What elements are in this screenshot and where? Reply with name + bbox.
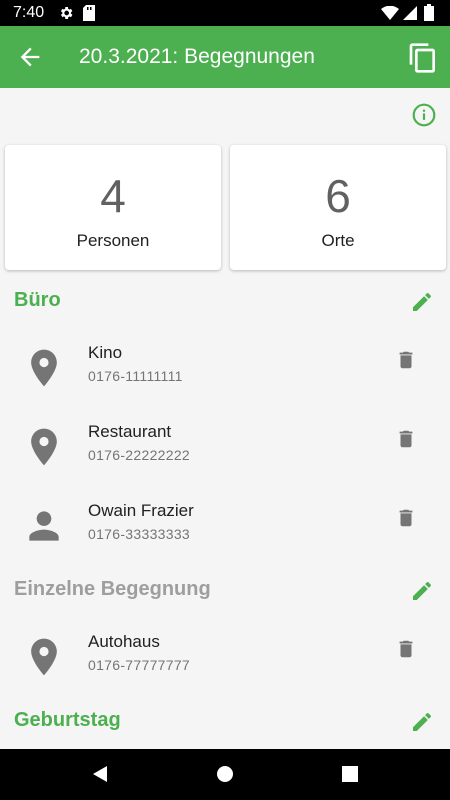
- entry-name: Owain Frazier: [88, 501, 194, 520]
- persons-count-card: 4 Personen: [5, 145, 221, 270]
- list-item[interactable]: Owain Frazier 0176-33333333: [0, 486, 450, 565]
- status-bar: 7:40: [0, 0, 450, 26]
- list-item[interactable]: Kino 0176-11111111: [0, 328, 450, 407]
- persons-label: Personen: [76, 231, 150, 250]
- status-time: 7:40: [13, 4, 45, 21]
- delete-trash-icon[interactable]: [395, 637, 417, 661]
- location-pin-icon: [22, 343, 66, 393]
- nav-home-icon[interactable]: [214, 763, 236, 785]
- sd-card-icon: [82, 5, 96, 26]
- system-nav-bar: [0, 749, 450, 800]
- delete-trash-icon[interactable]: [395, 348, 417, 372]
- list-item[interactable]: Restaurant 0176-22222222: [0, 407, 450, 486]
- group-header-einzelne-begegnung: Einzelne Begegnung: [0, 572, 450, 612]
- persons-count: 4: [100, 170, 126, 222]
- settings-gear-icon: [58, 5, 74, 26]
- entry-name: Kino: [88, 343, 123, 362]
- entry-phone: 0176-11111111: [88, 368, 183, 384]
- page-title: 20.3.2021: Begegnungen: [79, 45, 315, 68]
- places-count: 6: [325, 170, 351, 222]
- person-icon: [22, 501, 66, 551]
- copy-icon[interactable]: [407, 42, 439, 74]
- entry-name: Restaurant: [88, 422, 172, 441]
- entry-phone: 0176-33333333: [88, 526, 190, 542]
- edit-pencil-icon[interactable]: [410, 710, 434, 734]
- info-icon[interactable]: [411, 102, 437, 128]
- group-header-geburtstag: Geburtstag: [0, 703, 450, 743]
- app-bar: 20.3.2021: Begegnungen: [0, 26, 450, 88]
- location-pin-icon: [22, 632, 66, 682]
- wifi-icon: [381, 5, 399, 25]
- location-pin-icon: [22, 422, 66, 472]
- group-header-buero: Büro: [0, 283, 450, 323]
- nav-back-icon[interactable]: [89, 763, 111, 785]
- group-name: Büro: [14, 289, 61, 311]
- delete-trash-icon[interactable]: [395, 427, 417, 451]
- list-item[interactable]: Autohaus 0176-77777777: [0, 617, 450, 696]
- edit-pencil-icon[interactable]: [410, 290, 434, 314]
- entry-phone: 0176-77777777: [88, 657, 190, 673]
- group-name: Einzelne Begegnung: [14, 578, 211, 600]
- nav-recents-icon[interactable]: [339, 763, 361, 785]
- entry-phone: 0176-22222222: [88, 447, 190, 463]
- edit-pencil-icon[interactable]: [410, 579, 434, 603]
- cellular-signal-icon: [403, 6, 417, 25]
- entry-name: Autohaus: [88, 632, 160, 651]
- group-name: Geburtstag: [14, 709, 121, 731]
- delete-trash-icon[interactable]: [395, 506, 417, 530]
- places-label: Orte: [321, 231, 355, 250]
- battery-icon: [424, 4, 434, 26]
- places-count-card: 6 Orte: [230, 145, 446, 270]
- back-arrow-icon[interactable]: [16, 43, 44, 71]
